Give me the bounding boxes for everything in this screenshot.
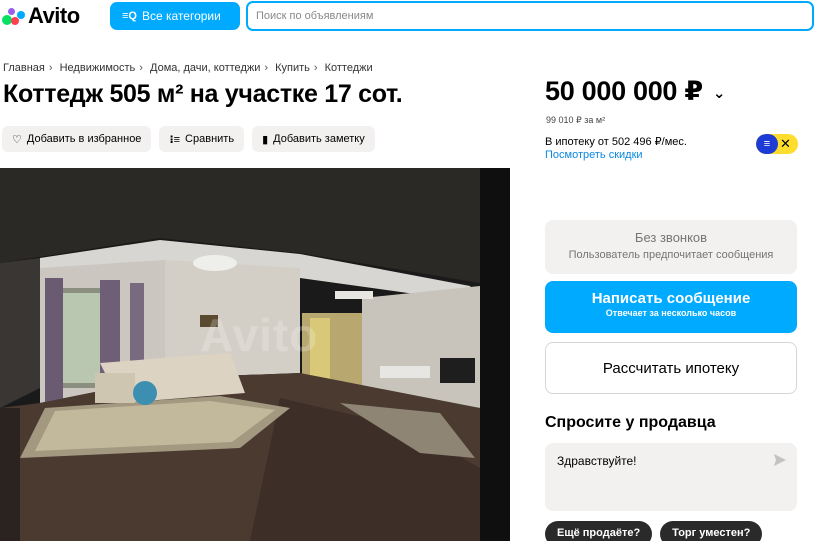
write-message-subtitle: Отвечает за несколько часов	[605, 308, 737, 318]
breadcrumb-item[interactable]: Коттеджи	[325, 62, 373, 74]
price-value: 50 000 000 ₽	[545, 76, 703, 106]
note-icon: ▮	[262, 133, 269, 146]
compare-icon: ⁝≡	[169, 133, 181, 146]
quick-questions: Ещё продаёте? Торг уместен?	[545, 521, 770, 541]
message-text: Здравствуйте!	[557, 454, 637, 468]
message-input[interactable]: Здравствуйте!	[545, 443, 797, 511]
heart-icon: ♡	[12, 133, 22, 146]
no-calls-title: Без звонков	[634, 230, 708, 245]
send-icon[interactable]	[773, 453, 787, 467]
add-favorite-label: Добавить в избранное	[26, 133, 142, 145]
chevron-right-icon: ›	[139, 62, 143, 74]
listing-actions: ♡ Добавить в избранное ⁝≡ Сравнить ▮ Доб…	[2, 126, 383, 152]
add-note-label: Добавить заметку	[273, 133, 365, 145]
compare-label: Сравнить	[185, 133, 235, 145]
discount-link[interactable]: Посмотреть скидки	[545, 149, 643, 161]
chevron-down-icon[interactable]: ⌄	[713, 85, 726, 102]
calculate-mortgage-label: Рассчитать ипотеку	[602, 359, 740, 377]
top-header: Avito ≡Q Все категории Поиск по объявлен…	[0, 0, 817, 32]
breadcrumb-item[interactable]: Главная	[3, 62, 45, 74]
all-categories-button[interactable]: ≡Q Все категории	[110, 2, 240, 30]
page-title: Коттедж 505 м² на участке 17 сот.	[3, 80, 403, 108]
photo-watermark: Avito	[200, 309, 319, 361]
write-message-title: Написать сообщение	[591, 290, 751, 307]
quick-question-chip[interactable]: Ещё продаёте?	[545, 521, 653, 541]
no-calls-notice: Без звонков Пользователь предпочитает со…	[545, 220, 797, 274]
add-note-button[interactable]: ▮ Добавить заметку	[252, 126, 375, 152]
mortgage-text: В ипотеку от 502 496 ₽/мес.	[545, 136, 687, 148]
no-calls-subtitle: Пользователь предпочитает сообщения	[568, 249, 774, 261]
catalog-icon: ≡Q	[122, 10, 137, 22]
bank-logo-right: ✕	[780, 136, 791, 151]
breadcrumb: Главная › Недвижимость › Дома, дачи, котте…	[3, 62, 373, 74]
chevron-right-icon: ›	[313, 62, 318, 74]
listing-photo[interactable]: Avito	[0, 168, 510, 541]
logo-dots-icon	[2, 6, 26, 26]
chevron-right-icon: ›	[264, 62, 269, 74]
avito-logo[interactable]: Avito	[2, 4, 80, 28]
breadcrumb-item[interactable]: Купить	[275, 62, 310, 74]
calculate-mortgage-button[interactable]: Рассчитать ипотеку	[545, 342, 797, 394]
quick-question-chip[interactable]: Торг уместен?	[660, 521, 763, 541]
logo-text: Avito	[28, 3, 80, 28]
search-placeholder: Поиск по объявлениям	[256, 10, 374, 22]
compare-button[interactable]: ⁝≡ Сравнить	[159, 126, 245, 152]
chevron-right-icon: ›	[48, 62, 53, 74]
bank-logo-left: ≡	[756, 134, 778, 154]
breadcrumb-item[interactable]: Дома, дачи, коттеджи	[150, 62, 260, 74]
ask-seller-title: Спросите у продавца	[545, 414, 716, 431]
all-categories-label: Все категории	[141, 9, 221, 23]
search-input[interactable]: Поиск по объявлениям	[246, 1, 814, 31]
price-per-meter: 99 010 ₽ за м²	[546, 115, 606, 125]
price: 50 000 000 ₽ ⌄	[545, 76, 725, 107]
write-message-button[interactable]: Написать сообщение Отвечает за несколько…	[545, 281, 797, 333]
breadcrumb-item[interactable]: Недвижимость	[60, 62, 136, 74]
add-favorite-button[interactable]: ♡ Добавить в избранное	[2, 126, 152, 152]
bank-logo-icon[interactable]: ≡ ✕	[756, 134, 798, 154]
